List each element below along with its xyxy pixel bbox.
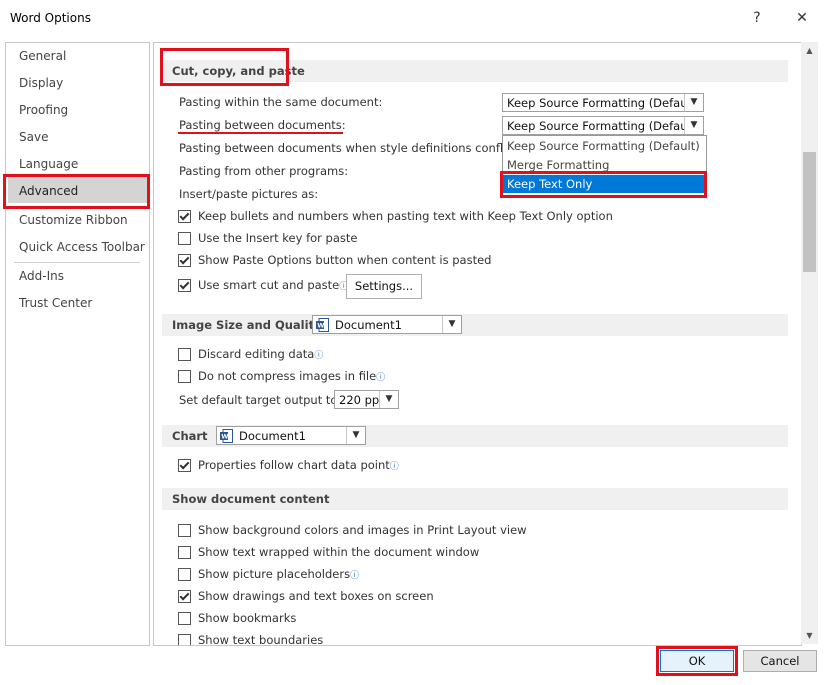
dropdown-value: Keep Source Formatting (Default) xyxy=(507,119,700,133)
info-icon: ⓘ xyxy=(389,462,399,472)
svg-text:W: W xyxy=(317,322,324,330)
dropdown-value: Document1 xyxy=(239,429,306,443)
show-text-boundaries-checkbox[interactable] xyxy=(178,634,191,645)
paste-between-docs-label: Pasting between documents: xyxy=(179,118,346,132)
nav-divider xyxy=(14,262,140,263)
show-paste-options-checkbox[interactable] xyxy=(178,254,191,267)
nav-item-trust-center[interactable]: Trust Center xyxy=(19,296,92,310)
option-text: Keep Source Formatting (Default) xyxy=(507,139,700,153)
options-nav: General Display Proofing Save Language A… xyxy=(5,42,150,646)
target-output-dropdown[interactable]: 220 ppi ▼ xyxy=(334,390,399,409)
svg-text:W: W xyxy=(221,433,228,441)
dropdown-value: Keep Source Formatting (Default) xyxy=(507,96,700,110)
paste-other-programs-label: Pasting from other programs: xyxy=(179,164,349,178)
window-title: Word Options xyxy=(10,11,91,25)
nav-item-add-ins[interactable]: Add-Ins xyxy=(19,269,64,283)
paste-within-doc-dropdown[interactable]: Keep Source Formatting (Default) ▼ xyxy=(502,93,704,112)
cut-copy-paste-highlight-box xyxy=(160,48,289,86)
show-paste-options-label: Show Paste Options button when content i… xyxy=(198,253,492,267)
keep-bullets-label: Keep bullets and numbers when pasting te… xyxy=(198,209,613,223)
paste-style-conflict-label: Pasting between documents when style def… xyxy=(179,141,521,155)
show-background-colors-checkbox[interactable] xyxy=(178,524,191,537)
show-text-wrapped-checkbox[interactable] xyxy=(178,546,191,559)
chevron-down-icon: ▼ xyxy=(346,427,365,444)
dropdown-value: Document1 xyxy=(335,318,402,332)
nav-item-save[interactable]: Save xyxy=(19,130,48,144)
info-icon: ⓘ xyxy=(314,351,324,361)
section-title: Show document content xyxy=(172,492,330,506)
chart-document-dropdown[interactable]: W Document1 ▼ xyxy=(216,426,366,445)
smart-cut-paste-text: Use smart cut and paste xyxy=(198,278,340,292)
no-compress-images-label: Do not compress images in fileⓘ xyxy=(198,369,385,383)
properties-follow-chart-checkbox[interactable] xyxy=(178,459,191,472)
word-document-icon: W xyxy=(220,429,233,443)
chevron-down-icon: ▼ xyxy=(684,117,703,134)
nav-item-language[interactable]: Language xyxy=(19,157,78,171)
properties-follow-chart-label: Properties follow chart data pointⓘ xyxy=(198,458,399,472)
show-picture-placeholders-checkbox[interactable] xyxy=(178,568,191,581)
close-icon: ✕ xyxy=(796,10,808,26)
dropdown-value: 220 ppi xyxy=(339,393,383,407)
info-icon: ⓘ xyxy=(350,571,360,581)
discard-editing-data-label: Discard editing dataⓘ xyxy=(198,347,323,361)
show-drawings-checkbox[interactable] xyxy=(178,590,191,603)
nav-item-general[interactable]: General xyxy=(19,49,66,63)
keep-bullets-checkbox[interactable] xyxy=(178,210,191,223)
nav-item-quick-access-toolbar[interactable]: Quick Access Toolbar xyxy=(19,240,145,254)
show-bookmarks-label: Show bookmarks xyxy=(198,611,297,625)
scrollbar-thumb[interactable] xyxy=(803,152,816,272)
section-image-size: Image Size and Quality xyxy=(162,314,788,336)
chevron-down-icon: ▼ xyxy=(442,316,461,333)
cancel-button[interactable]: Cancel xyxy=(743,650,817,672)
keep-text-only-highlight-box xyxy=(500,171,707,198)
scroll-down-icon[interactable]: ▼ xyxy=(801,627,818,644)
smart-cut-paste-checkbox[interactable] xyxy=(178,279,191,292)
scroll-up-icon[interactable]: ▲ xyxy=(801,42,818,59)
section-title: Image Size and Quality xyxy=(172,318,322,332)
nav-item-customize-ribbon[interactable]: Customize Ribbon xyxy=(19,213,128,227)
info-icon: ⓘ xyxy=(376,373,386,383)
target-output-label: Set default target output to: xyxy=(179,393,342,407)
help-button[interactable]: ? xyxy=(737,4,777,32)
nav-item-display[interactable]: Display xyxy=(19,76,63,90)
content-scrollbar[interactable]: ▲ ▼ xyxy=(801,42,818,644)
show-text-boundaries-label: Show text boundaries xyxy=(198,633,324,646)
paste-within-doc-label: Pasting within the same document: xyxy=(179,95,383,109)
paste-between-docs-dropdown[interactable]: Keep Source Formatting (Default) ▼ xyxy=(502,116,704,135)
options-content: Cut, copy, and paste Pasting within the … xyxy=(153,42,802,646)
settings-button[interactable]: Settings... xyxy=(346,274,422,299)
red-underline-mark xyxy=(178,132,343,134)
properties-follow-chart-text: Properties follow chart data point xyxy=(198,458,390,472)
no-compress-images-checkbox[interactable] xyxy=(178,370,191,383)
show-drawings-label: Show drawings and text boxes on screen xyxy=(198,589,434,603)
smart-cut-paste-label: Use smart cut and pasteⓘ xyxy=(198,278,348,292)
show-background-colors-label: Show background colors and images in Pri… xyxy=(198,523,527,537)
no-compress-images-text: Do not compress images in file xyxy=(198,369,377,383)
section-show-document-content: Show document content xyxy=(162,488,788,510)
insert-pictures-label: Insert/paste pictures as: xyxy=(179,187,319,201)
option-keep-source-formatting[interactable]: Keep Source Formatting (Default) xyxy=(503,137,704,155)
chevron-down-icon: ▼ xyxy=(684,94,703,111)
word-document-icon: W xyxy=(316,318,329,332)
show-text-wrapped-label: Show text wrapped within the document wi… xyxy=(198,545,480,559)
section-title: Chart xyxy=(172,429,208,443)
insert-key-paste-label: Use the Insert key for paste xyxy=(198,231,358,245)
discard-editing-data-text: Discard editing data xyxy=(198,347,315,361)
nav-item-proofing[interactable]: Proofing xyxy=(19,103,68,117)
image-size-document-dropdown[interactable]: W Document1 ▼ xyxy=(312,315,462,334)
chevron-down-icon: ▼ xyxy=(379,391,398,408)
insert-key-paste-checkbox[interactable] xyxy=(178,232,191,245)
advanced-highlight-box xyxy=(3,174,150,209)
ok-highlight-box xyxy=(656,646,738,676)
close-button[interactable]: ✕ xyxy=(782,4,822,32)
show-bookmarks-checkbox[interactable] xyxy=(178,612,191,625)
show-picture-placeholders-text: Show picture placeholders xyxy=(198,567,351,581)
discard-editing-data-checkbox[interactable] xyxy=(178,348,191,361)
show-picture-placeholders-label: Show picture placeholdersⓘ xyxy=(198,567,359,581)
